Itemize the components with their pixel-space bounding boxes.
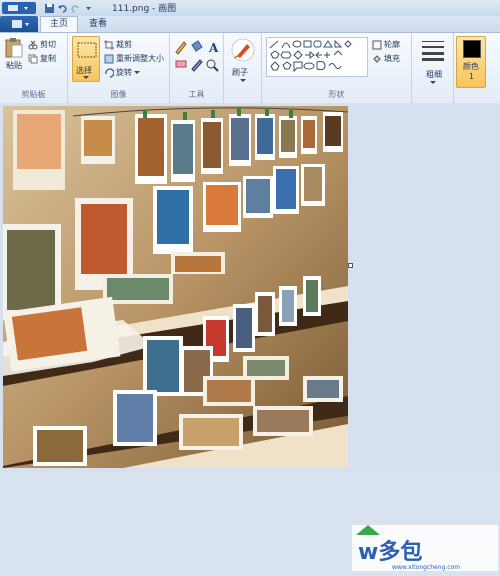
paste-button[interactable]: 粘贴 bbox=[4, 37, 24, 71]
save-icon[interactable] bbox=[44, 3, 55, 14]
watermark-brand: w多包 bbox=[358, 539, 422, 565]
shapes-gallery-icons bbox=[269, 39, 352, 73]
crop-button[interactable]: 裁剪 bbox=[104, 39, 132, 50]
redo-icon[interactable] bbox=[70, 3, 81, 14]
rotate-label: 旋转 bbox=[116, 68, 132, 77]
brush-icon bbox=[231, 38, 255, 62]
window-title: 111.png - 画图 bbox=[112, 4, 177, 14]
scissors-icon bbox=[28, 40, 38, 49]
tab-home[interactable]: 主页 bbox=[40, 16, 78, 32]
quick-access-toolbar bbox=[44, 1, 94, 15]
color1-number: 1 bbox=[469, 72, 475, 81]
select-button[interactable]: 选择 bbox=[72, 36, 100, 82]
tools-group: A 工具 bbox=[170, 33, 224, 103]
copy-button[interactable]: 复制 bbox=[28, 53, 56, 64]
fill-bucket-icon bbox=[373, 54, 381, 63]
ribbon-tab-row: 主页 查看 bbox=[0, 16, 500, 32]
watermark-logo-graphic: w多包 www.xitongcheng.com bbox=[352, 525, 498, 571]
title-bar: 111.png - 画图 bbox=[0, 0, 500, 17]
tab-view[interactable]: 查看 bbox=[80, 16, 116, 32]
select-rect-icon bbox=[77, 42, 97, 58]
crop-icon bbox=[104, 39, 114, 50]
fill-button[interactable]: 填充 bbox=[372, 53, 400, 64]
pencil-icon[interactable] bbox=[175, 41, 187, 55]
watermark-url: www.xitongcheng.com bbox=[392, 564, 460, 571]
brushes-label: 刷子 bbox=[232, 68, 248, 77]
color-group: 颜色 1 bbox=[454, 33, 500, 103]
image-canvas[interactable] bbox=[3, 106, 348, 468]
shapes-gallery[interactable] bbox=[266, 37, 368, 77]
color-picker-icon[interactable] bbox=[191, 59, 203, 72]
cut-button[interactable]: 剪切 bbox=[28, 39, 56, 50]
tab-file[interactable] bbox=[0, 16, 38, 32]
clipboard-group: 粘贴 剪切 复制 剪贴板 bbox=[0, 33, 68, 103]
line-width-icon bbox=[422, 41, 444, 61]
chevron-down-icon bbox=[430, 81, 436, 84]
shapes-group: 轮廓 填充 形状 bbox=[262, 33, 412, 103]
brushes-group[interactable]: 刷子 bbox=[224, 33, 262, 103]
color1-swatch bbox=[463, 40, 481, 58]
size-group[interactable]: 粗细 bbox=[412, 33, 454, 103]
rotate-icon bbox=[105, 67, 114, 78]
chevron-down-icon bbox=[134, 70, 140, 74]
chevron-down-icon bbox=[83, 76, 89, 79]
outline-label: 轮廓 bbox=[384, 40, 400, 49]
app-menu-button[interactable] bbox=[0, 1, 40, 15]
crop-label: 裁剪 bbox=[116, 40, 132, 49]
paste-label: 粘贴 bbox=[6, 61, 22, 70]
clipboard-group-label: 剪贴板 bbox=[21, 90, 46, 99]
resize-button[interactable]: 重新调整大小 bbox=[104, 53, 164, 64]
resize-icon bbox=[104, 54, 114, 63]
undo-icon[interactable] bbox=[57, 3, 68, 14]
resize-label: 重新调整大小 bbox=[116, 54, 164, 63]
fill-icon[interactable] bbox=[191, 40, 203, 52]
copy-label: 复制 bbox=[40, 54, 56, 63]
tools-group-label: 工具 bbox=[188, 90, 205, 99]
ribbon: 粘贴 剪切 复制 剪贴板 选择 裁剪 重新调整大小 旋转 图像 A 工具 刷子 … bbox=[0, 32, 500, 104]
photo-wall-image bbox=[3, 106, 348, 468]
watermark-logo: w多包 www.xitongcheng.com bbox=[352, 521, 498, 573]
paste-icon bbox=[5, 38, 23, 58]
image-group: 选择 裁剪 重新调整大小 旋转 图像 bbox=[68, 33, 170, 103]
outline-icon bbox=[372, 40, 382, 49]
text-icon[interactable]: A bbox=[208, 41, 219, 55]
canvas-resize-handle[interactable] bbox=[348, 263, 353, 268]
select-label: 选择 bbox=[76, 66, 92, 75]
cut-label: 剪切 bbox=[40, 40, 56, 49]
canvas-workspace: w多包 www.xitongcheng.com bbox=[0, 103, 500, 571]
svg-text:A: A bbox=[208, 41, 219, 55]
copy-icon bbox=[28, 54, 38, 63]
customize-qat-icon[interactable] bbox=[83, 3, 94, 14]
shapes-group-label: 形状 bbox=[328, 90, 345, 99]
rotate-button[interactable]: 旋转 bbox=[104, 67, 140, 78]
outline-button[interactable]: 轮廓 bbox=[372, 39, 400, 50]
size-label: 粗细 bbox=[426, 70, 442, 79]
eraser-icon[interactable] bbox=[175, 60, 187, 68]
magnifier-icon[interactable] bbox=[206, 59, 219, 72]
fill-label: 填充 bbox=[384, 54, 400, 63]
color1-label: 颜色 bbox=[463, 62, 479, 71]
color1-button[interactable]: 颜色 1 bbox=[456, 36, 486, 88]
tools-icons: A bbox=[175, 40, 219, 72]
image-group-label: 图像 bbox=[110, 90, 127, 99]
chevron-down-icon bbox=[240, 79, 246, 82]
